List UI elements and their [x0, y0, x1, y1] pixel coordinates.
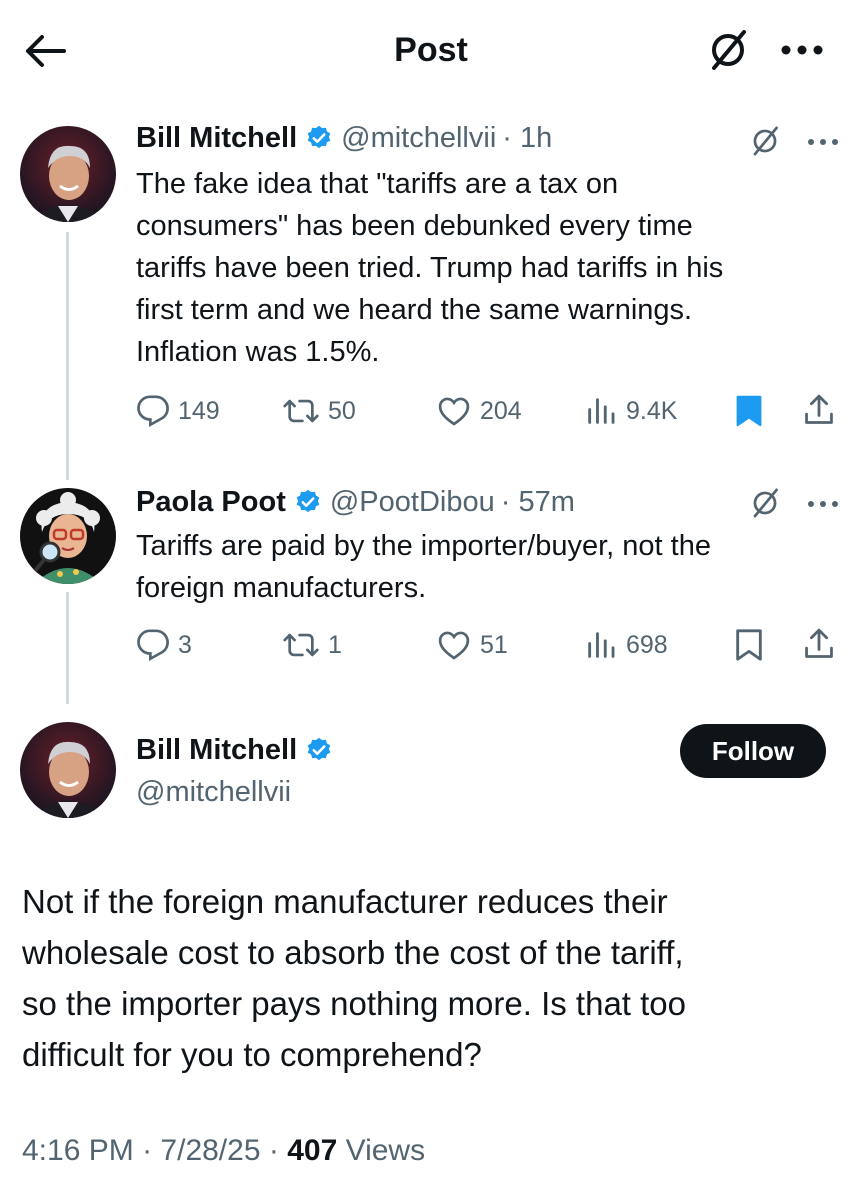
- more-icon: [808, 501, 838, 507]
- views-count: 407: [287, 1134, 338, 1167]
- more-icon: [808, 139, 838, 145]
- post-time: · 1h: [502, 122, 553, 154]
- thread-line: [66, 232, 69, 480]
- more-options-button[interactable]: [806, 496, 840, 508]
- thread-line: [66, 592, 69, 704]
- share-icon: [805, 394, 833, 424]
- bookmark-button[interactable]: [734, 628, 764, 662]
- avatar[interactable]: [20, 488, 116, 584]
- avatar[interactable]: [20, 722, 116, 818]
- share-button[interactable]: [802, 626, 836, 662]
- author-name[interactable]: Paola Poot: [136, 484, 286, 520]
- repost-icon: [283, 633, 319, 657]
- verified-badge-icon: [294, 488, 322, 516]
- views-button[interactable]: 9.4K: [584, 394, 677, 428]
- like-icon: [438, 397, 470, 426]
- tweet-text: Tariffs are paid by the importer/buyer, …: [136, 530, 711, 604]
- bookmark-icon: [736, 629, 762, 661]
- more-icon: [781, 45, 823, 55]
- author-handle[interactable]: @PootDibou: [330, 484, 495, 520]
- grok-icon: [753, 488, 778, 518]
- post-text: Not if the foreign manufacturer reduces …: [22, 883, 687, 1073]
- repost-button[interactable]: 50: [282, 394, 356, 428]
- post-date[interactable]: 7/28/25: [160, 1134, 260, 1167]
- author-handle[interactable]: @mitchellvii: [341, 120, 496, 156]
- grok-button[interactable]: [748, 124, 782, 158]
- follow-button[interactable]: Follow: [680, 724, 826, 778]
- verified-badge-icon: [305, 736, 333, 764]
- views-button[interactable]: 698: [584, 628, 668, 662]
- more-options-button[interactable]: [774, 26, 830, 74]
- author-name[interactable]: Bill Mitchell: [136, 732, 297, 768]
- reply-button[interactable]: 3: [136, 628, 192, 662]
- post-time[interactable]: 4:16 PM: [22, 1134, 134, 1167]
- more-options-button[interactable]: [806, 134, 840, 146]
- views-icon: [588, 398, 615, 424]
- like-icon: [438, 631, 470, 660]
- author-handle[interactable]: @mitchellvii: [136, 774, 291, 810]
- grok-button[interactable]: [704, 26, 752, 74]
- author-row: Bill Mitchell: [136, 732, 341, 768]
- views-label: Views: [345, 1134, 426, 1167]
- post-meta: 4:16 PM · 7/28/25 · 407 Views: [22, 1134, 426, 1167]
- share-button[interactable]: [802, 392, 836, 428]
- reply-icon: [137, 395, 169, 428]
- repost-icon: [283, 399, 319, 423]
- tweet-text: The fake idea that "tariffs are a tax on…: [136, 168, 724, 368]
- repost-button[interactable]: 1: [282, 628, 342, 662]
- avatar[interactable]: [20, 126, 116, 222]
- reply-icon: [137, 629, 169, 662]
- views-icon: [588, 632, 615, 658]
- reply-button[interactable]: 149: [136, 394, 220, 428]
- tweet-header: Paola Poot @PootDibou · 57m: [136, 484, 575, 520]
- grok-button[interactable]: [748, 486, 782, 520]
- share-icon: [805, 628, 833, 658]
- like-button[interactable]: 204: [436, 394, 522, 428]
- like-button[interactable]: 51: [436, 628, 508, 662]
- grok-icon: [712, 30, 746, 70]
- bookmark-icon: [736, 395, 762, 427]
- author-name[interactable]: Bill Mitchell: [136, 120, 297, 156]
- grok-icon: [753, 126, 778, 156]
- tweet-header: Bill Mitchell @mitchellvii · 1h: [136, 120, 552, 156]
- bookmark-button[interactable]: [734, 394, 764, 428]
- verified-badge-icon: [305, 124, 333, 152]
- post-time: · 57m: [500, 486, 575, 518]
